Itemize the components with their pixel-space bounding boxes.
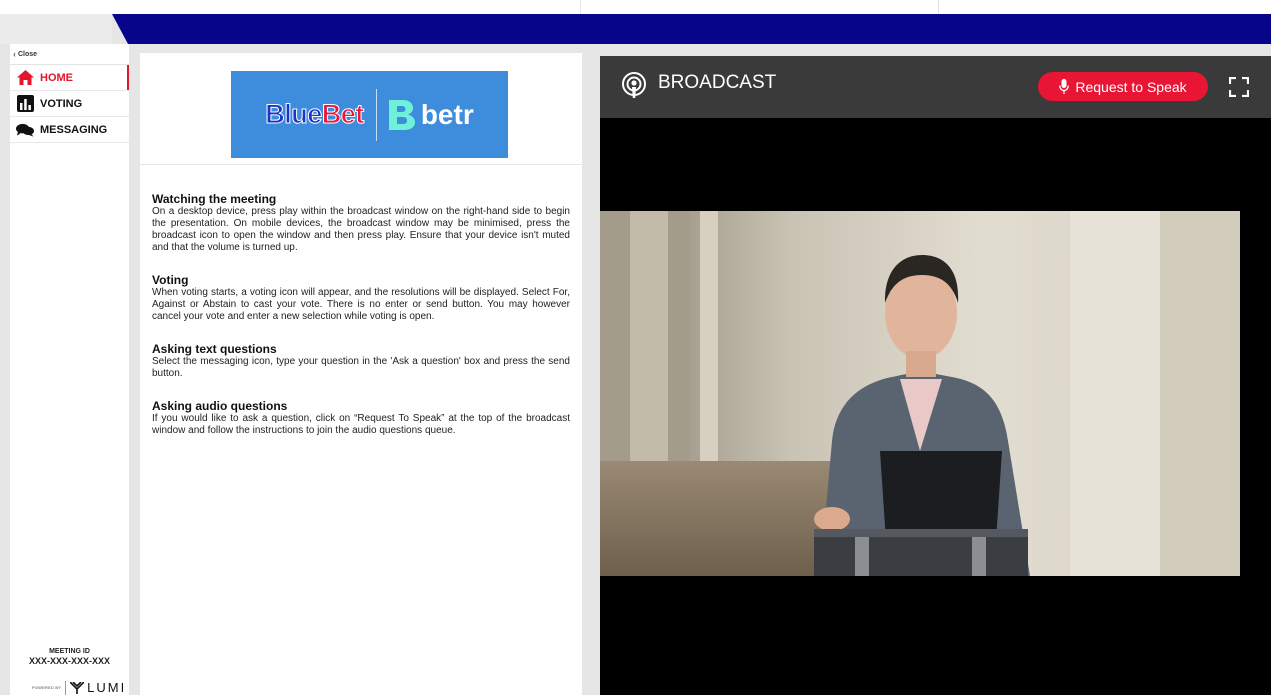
request-to-speak-label: Request to Speak [1075, 78, 1187, 95]
sidebar-item-label: HOME [40, 71, 73, 84]
top-divider-right [938, 0, 939, 14]
powered-by-label: POWERED BY [32, 685, 62, 690]
meeting-id-label: MEETING ID [49, 648, 90, 655]
section-body: Select the messaging icon, type your que… [152, 356, 570, 379]
sidebar-item-home[interactable]: HOME [10, 65, 129, 90]
header-bar [112, 14, 1271, 44]
lumi-brand: LUMI [87, 680, 127, 695]
lumi-logo: LUMI [70, 680, 126, 695]
broadcast-title: BROADCAST [658, 72, 777, 93]
logo-text-bet: Bet [321, 99, 365, 130]
section-text-questions: Asking text questions Select the messagi… [152, 342, 570, 380]
close-label: Close [18, 50, 38, 58]
presenter-video-image [600, 211, 1240, 576]
meeting-id-value: XXX-XXX-XXX-XXX [28, 656, 111, 666]
top-strip [0, 0, 1271, 14]
logo-text-betr: betr [420, 98, 474, 130]
powered-by-lumi: POWERED BY LUMI [32, 680, 126, 695]
section-body: When voting starts, a voting icon will a… [152, 287, 570, 322]
sidebar-item-voting[interactable]: VOTING [10, 91, 129, 116]
home-icon [16, 69, 34, 87]
logo-divider [375, 88, 377, 141]
sidebar-item-label: MESSAGING [40, 123, 108, 136]
sidebar-item-label: VOTING [40, 97, 83, 110]
betr-b-icon [388, 99, 415, 130]
sidebar-item-messaging[interactable]: MESSAGING [10, 117, 129, 142]
bar-chart-icon [16, 95, 34, 113]
section-title: Asking audio questions [152, 399, 288, 413]
section-body: On a desktop device, press play within t… [152, 206, 570, 253]
broadcast-video-player[interactable] [600, 118, 1271, 695]
section-audio-questions: Asking audio questions If you would like… [152, 399, 570, 437]
microphone-icon [1059, 79, 1070, 94]
section-title: Asking text questions [152, 342, 277, 356]
broadcast-icon[interactable] [621, 72, 647, 105]
section-watching: Watching the meeting On a desktop device… [152, 192, 570, 254]
divider [65, 680, 67, 695]
sidebar: ‹ Close HOME VOTING MESSAGING MEETING ID… [10, 44, 129, 695]
top-divider [580, 0, 581, 14]
section-title: Watching the meeting [152, 192, 277, 206]
section-title: Voting [152, 273, 189, 287]
logo-text-blue: Blue [265, 99, 323, 130]
lumi-mark-icon [70, 681, 85, 694]
betr-logo: betr [388, 98, 474, 131]
chevron-left-icon: ‹ [13, 48, 16, 59]
fullscreen-icon[interactable] [1228, 76, 1250, 102]
section-body: If you would like to ask a question, cli… [152, 413, 570, 436]
video-frame[interactable] [600, 211, 1240, 576]
bluebet-logo: BlueBet [265, 99, 365, 130]
request-to-speak-button[interactable]: Request to Speak [1038, 72, 1208, 101]
divider [10, 142, 129, 143]
divider [140, 164, 582, 165]
meeting-id-block: MEETING ID XXX-XXX-XXX-XXX [10, 648, 129, 666]
section-voting: Voting When voting starts, a voting icon… [152, 273, 570, 323]
chat-bubbles-icon [16, 121, 34, 139]
instructions: Watching the meeting On a desktop device… [152, 192, 570, 456]
broadcast-header: BROADCAST Request to Speak [600, 56, 1271, 118]
close-button[interactable]: ‹ Close [10, 44, 129, 65]
sponsor-logo: BlueBet betr [231, 71, 508, 158]
home-content: BlueBet betr Watching the meeting On a d… [140, 53, 582, 695]
header-left-panel [0, 14, 112, 44]
